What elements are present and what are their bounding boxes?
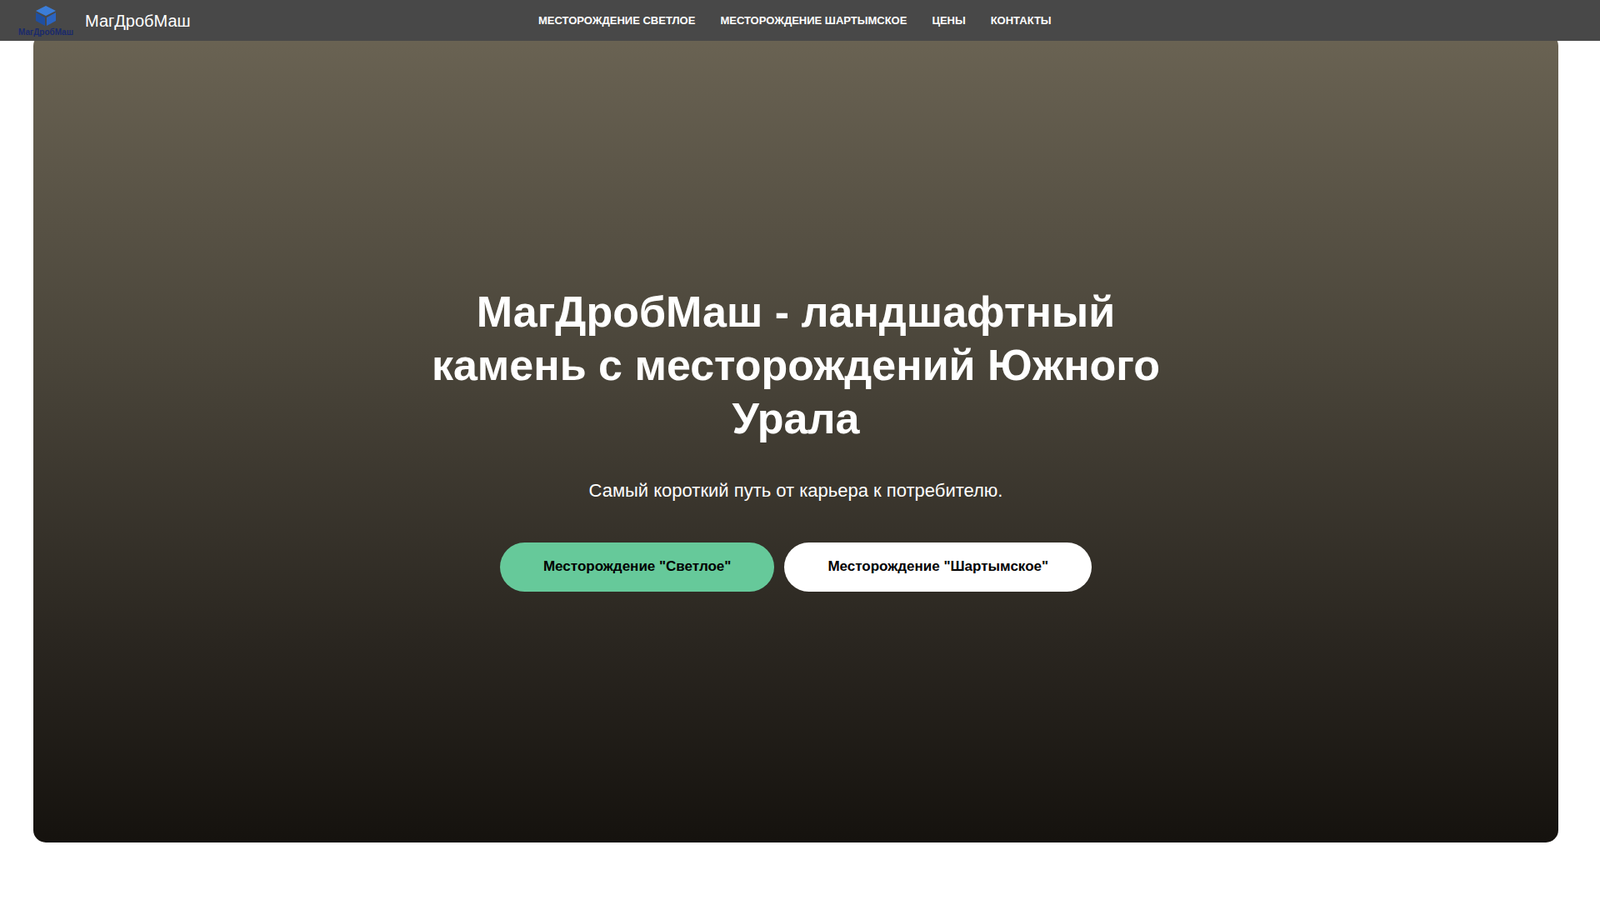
main-nav: МЕСТОРОЖДЕНИЕ СВЕТЛОЕ МЕСТОРОЖДЕНИЕ ШАРТЫ… [538,0,1052,41]
hero-subtitle: Самый короткий путь от карьера к потреби… [589,476,1004,505]
hero-card: МагДробМаш - ландшафтный камень с местор… [33,33,1559,843]
logo-caption: МагДробМаш [18,27,74,37]
cube-logo-icon [32,4,60,28]
primary-button[interactable]: Месторождение "Светлое" [500,542,775,592]
secondary-button[interactable]: Месторождение "Шартымское" [784,542,1092,592]
page: МагДробМаш МагДробМаш МЕСТОРОЖДЕНИЕ СВЕТЛО… [0,0,1600,900]
logo[interactable]: МагДробМаш [15,4,77,37]
brand-name[interactable]: МагДробМаш [85,8,191,34]
nav-link[interactable]: КОНТАКТЫ [990,12,1052,30]
top-bar: МагДробМаш МагДробМаш МЕСТОРОЖДЕНИЕ СВЕТЛО… [0,0,1600,41]
nav-link[interactable]: МЕСТОРОЖДЕНИЕ ШАРТЫМСКОЕ [720,12,907,30]
nav-link[interactable]: ЦЕНЫ [931,12,965,30]
hero-buttons: Месторождение "Светлое"Месторождение "Ша… [500,542,1092,592]
hero-title: МагДробМаш - ландшафтный камень с местор… [420,285,1171,445]
hero-wrapper: МагДробМаш - ландшафтный камень с местор… [0,0,1600,900]
nav-link[interactable]: МЕСТОРОЖДЕНИЕ СВЕТЛОЕ [538,12,695,30]
